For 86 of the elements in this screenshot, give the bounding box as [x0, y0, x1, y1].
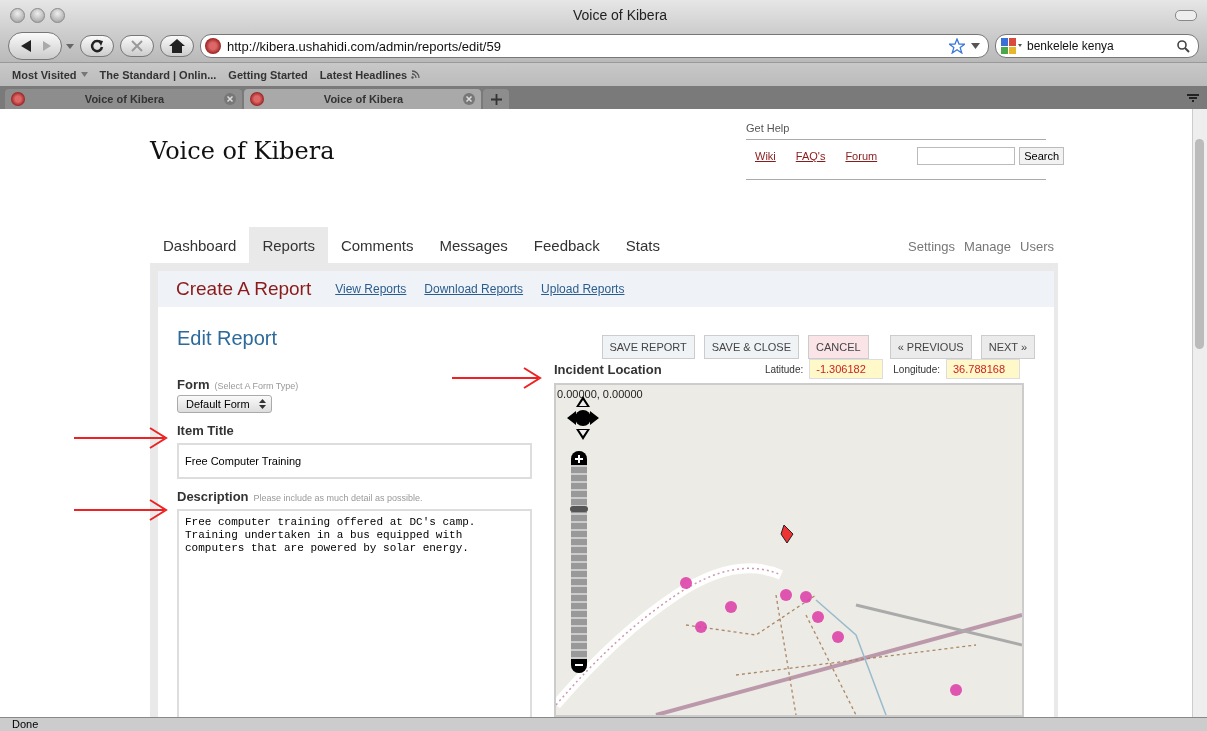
stop-button[interactable] — [120, 35, 154, 57]
subnav-link[interactable]: Upload Reports — [541, 282, 625, 296]
bookmark-item[interactable]: Getting Started — [228, 68, 308, 81]
star-icon[interactable] — [949, 38, 965, 54]
help-link[interactable]: FAQ's — [795, 150, 826, 162]
bookmark-item[interactable]: Latest Headlines — [319, 68, 421, 81]
close-icon — [130, 39, 144, 53]
admin-link[interactable]: Users — [1011, 227, 1054, 263]
zoom-slider[interactable] — [571, 451, 587, 673]
reload-icon — [89, 38, 105, 54]
nav-tab[interactable]: Stats — [612, 227, 673, 263]
nav-tab[interactable]: Messages — [426, 227, 521, 263]
search-field[interactable] — [917, 147, 1016, 165]
subnav-link[interactable]: View Reports — [335, 282, 407, 296]
annotation-arrow-icon — [452, 367, 542, 389]
new-tab-button[interactable] — [483, 89, 509, 109]
field-hint: (Select A Form Type) — [214, 381, 299, 391]
annotation-arrow-icon — [74, 427, 168, 449]
browser-tab[interactable]: Voice of Kibera — [5, 89, 242, 109]
caret-icon[interactable] — [971, 43, 980, 49]
help-link[interactable]: Wiki — [755, 150, 776, 162]
field-label: Incident Location — [554, 361, 662, 377]
nav-tab[interactable]: Dashboard — [150, 227, 250, 263]
field-label: Form — [177, 377, 210, 392]
caret-icon — [80, 72, 88, 77]
longitude-field[interactable]: 36.788168 — [946, 359, 1020, 379]
search-field[interactable]: benkelele kenya — [995, 34, 1199, 58]
field-hint: Please include as much detail as possible. — [253, 493, 423, 503]
title-field[interactable]: Free Computer Training — [177, 443, 532, 479]
rss-feed-icon — [411, 70, 421, 79]
section-title: Create A Report — [176, 278, 312, 300]
zoom-window-button[interactable] — [50, 7, 65, 23]
action-button[interactable]: SAVE REPORT — [601, 335, 695, 359]
caret-icon[interactable] — [66, 43, 74, 49]
form-type-select[interactable]: Default Form — [177, 395, 272, 413]
action-button[interactable]: SAVE & CLOSE — [703, 335, 800, 359]
latitude-label: Latitude: — [764, 363, 804, 375]
scrollbar[interactable] — [1192, 109, 1207, 717]
tab-list-icon[interactable] — [1186, 93, 1200, 105]
back-forward-button[interactable] — [8, 32, 62, 60]
close-icon[interactable] — [224, 93, 236, 105]
close-icon[interactable] — [463, 93, 475, 105]
plus-icon — [490, 93, 502, 105]
help-heading: Get Help — [746, 119, 1046, 140]
zoom-in-icon[interactable] — [571, 451, 587, 465]
zoom-out-icon[interactable] — [571, 659, 587, 673]
field-label: Description — [177, 489, 249, 504]
subnav-link[interactable]: Download Reports — [424, 282, 524, 296]
action-button[interactable]: CANCEL — [808, 335, 869, 359]
address-bar[interactable]: http://kibera.ushahidi.com/admin/reports/edit/59 — [200, 34, 989, 58]
browser-tab[interactable]: Voice of Kibera — [244, 89, 481, 109]
site-favicon-icon — [250, 92, 264, 106]
latitude-field[interactable]: -1.306182 — [809, 359, 884, 379]
nav-tab[interactable]: Feedback — [520, 227, 613, 263]
site-title: Voice of Kibera — [150, 137, 336, 167]
slider-thumb[interactable] — [570, 506, 588, 513]
longitude-label: Longitude: — [893, 363, 940, 375]
search-button[interactable]: Search — [1019, 147, 1065, 165]
help-link[interactable]: Forum — [845, 150, 878, 162]
home-icon — [169, 38, 185, 54]
admin-link[interactable]: Manage — [955, 227, 1012, 263]
action-button[interactable]: « PREVIOUS — [889, 335, 972, 359]
back-arrow-icon — [21, 40, 31, 52]
search-icon[interactable] — [1177, 39, 1190, 53]
stepper-arrows-icon — [258, 399, 266, 409]
minimize-window-button[interactable] — [30, 7, 45, 23]
search-engine-icon[interactable] — [1000, 37, 1022, 55]
reload-button[interactable] — [80, 35, 114, 57]
close-window-button[interactable] — [10, 7, 25, 23]
annotation-arrow-icon — [74, 499, 168, 521]
nav-tab[interactable]: Comments — [327, 227, 427, 263]
status-text: Done — [12, 718, 39, 730]
map-coordinates: 0.00000, 0.00000 — [557, 388, 643, 400]
site-favicon-icon — [11, 92, 25, 106]
toolbar-toggle-button[interactable] — [1175, 9, 1197, 21]
admin-link[interactable]: Settings — [899, 227, 956, 263]
nav-tab[interactable]: Reports — [249, 227, 328, 263]
bookmark-item[interactable]: The Standard | Onlin... — [99, 68, 217, 81]
action-button[interactable]: NEXT » — [980, 335, 1035, 359]
bookmark-item[interactable]: Most Visited — [12, 68, 88, 81]
window-title: Voice of Kibera — [572, 7, 668, 23]
site-favicon-icon — [205, 38, 221, 54]
map-view[interactable]: 0.00000, 0.00000 — [554, 383, 1024, 717]
field-label: Item Title — [177, 423, 234, 438]
page-heading: Edit Report — [177, 327, 279, 350]
home-button[interactable] — [160, 35, 194, 57]
